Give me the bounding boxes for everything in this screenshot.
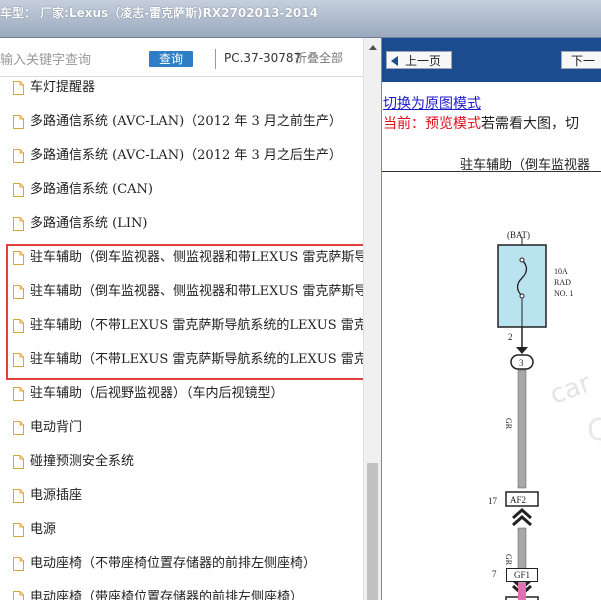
wire-gr-1-label: GR [504,418,513,430]
document-icon [13,387,24,401]
tree-item[interactable]: 多路通信系统 (AVC-LAN)（2012 年 3 月之后生产） [0,139,363,173]
document-icon [13,489,24,503]
document-icon [13,217,24,231]
search-input[interactable] [0,51,140,69]
tree-item[interactable]: 驻车辅助（后视野监视器）（车内后视镜型） [0,377,363,411]
connector-af2-label: AF2 [510,495,526,505]
fuse-number: NO. 1 [554,289,574,298]
document-icon [13,183,24,197]
tree-item[interactable]: 碰撞预测安全系统 [0,445,363,479]
prev-page-button[interactable]: 上一页 [386,51,452,69]
viewer-toolbar: 上一页 下一 [382,38,601,82]
document-icon [13,285,24,299]
document-icon [13,455,24,469]
tree-item-label: 碰撞预测安全系统 [30,454,135,469]
tree-item-label: 电源 [30,522,57,537]
document-icon [13,115,24,129]
next-page-button[interactable]: 下一 [561,51,601,69]
wire-gr-1 [517,369,527,489]
tree-item-label: 驻车辅助（倒车监视器、侧监视器和带LEXUS 雷克萨斯导航系统） [30,284,363,299]
scroll-up-arrow-icon[interactable] [364,41,381,55]
wiring-diagram: car C (BAT) 10A RAD NO. 1 2 3 GR 17 AF2 … [488,230,601,600]
document-code: PC.37-30787 [224,51,302,65]
prev-page-label: 上一页 [405,54,442,68]
tree-item-label: 多路通信系统 (CAN) [30,182,153,197]
pin-17-label: 17 [488,496,498,506]
document-tree: 车灯提醒器多路通信系统 (AVC-LAN)（2012 年 3 月之前生产） 多路通… [0,71,363,600]
document-icon [13,421,24,435]
bat-label: (BAT) [507,230,530,240]
viewer-pane: 上一页 下一 切换为原图模式 当前：预览模式若需看大图，切 驻车辅助（倒车监视器… [381,38,601,600]
tree-item[interactable]: 驻车辅助（不带LEXUS 雷克萨斯导航系统的LEXUS 雷克萨斯） [0,309,363,343]
document-icon [13,557,24,571]
watermark-text: car [546,368,595,410]
tree-item[interactable]: 驻车辅助（倒车监视器、侧监视器和带LEXUS 雷克萨斯导航系统） [0,241,363,275]
tree-item[interactable]: 电动座椅（不带座椅位置存储器的前排左侧座椅） [0,547,363,581]
mode-status: 当前：预览模式若需看大图，切 [383,113,579,133]
mode-name: 预览模式 [425,116,481,132]
connector-gf1-label: GF1 [513,570,530,580]
window-title: 车型： 厂家:Lexus（凌志-雷克萨斯)RX2702013-2014 [0,6,318,20]
fuse-name: RAD [554,278,571,287]
pin-7-label: 7 [492,569,497,579]
tree-item-label: 电动座椅（不带座椅位置存储器的前排左侧座椅） [30,556,317,571]
query-button[interactable]: 查询 [149,51,193,67]
collapse-all-link[interactable]: 折叠全部 [295,49,343,67]
mode-hint: 若需看大图，切 [481,116,579,132]
fuse-rating: 10A [554,267,568,276]
tree-item[interactable]: 车灯提醒器 [0,71,363,105]
tree-item-label: 驻车辅助（不带LEXUS 雷克萨斯导航系统的LEXUS 雷克萨斯） [30,352,363,367]
connector-gf1-box: GF1 [506,568,538,582]
tree-item[interactable]: 多路通信系统 (AVC-LAN)（2012 年 3 月之前生产） [0,105,363,139]
tree-item[interactable]: 电源 [0,513,363,547]
tree-item-label: 车灯提醒器 [30,80,96,95]
tree-item[interactable]: 电动背门 [0,411,363,445]
tree-item[interactable]: 多路通信系统 (LIN) [0,207,363,241]
document-icon [13,353,24,367]
tree-item[interactable]: 多路通信系统 (CAN) [0,173,363,207]
connector-3-label: 3 [519,358,524,368]
tree-item-label: 驻车辅助（不带LEXUS 雷克萨斯导航系统的LEXUS 雷克萨斯） [30,318,363,333]
scroll-thumb[interactable] [367,463,378,600]
tree-item[interactable]: 驻车辅助（不带LEXUS 雷克萨斯导航系统的LEXUS 雷克萨斯） [0,343,363,377]
tree-item-label: 驻车辅助（后视野监视器）（车内后视镜型） [30,386,284,401]
scrollbar[interactable] [363,38,381,600]
document-icon [13,251,24,265]
tree-item[interactable]: 电源插座 [0,479,363,513]
document-icon [13,319,24,333]
mode-prefix: 当前： [383,116,425,132]
document-icon [13,591,24,600]
tree-item-label: 多路通信系统 (AVC-LAN)（2012 年 3 月之前生产） [30,114,342,129]
tree-item-label: 电动背门 [30,420,83,435]
tree-item-label: 多路通信系统 (LIN) [30,216,148,231]
document-icon [13,523,24,537]
tree-item[interactable]: 驻车辅助（倒车监视器、侧监视器和带LEXUS 雷克萨斯导航系统） [0,275,363,309]
divider [215,49,216,69]
document-icon [13,149,24,163]
junction-chevrons-icon [512,507,532,527]
switch-mode-link[interactable]: 切换为原图模式 [383,93,481,113]
wire-gr-2-label: GR [504,554,513,566]
left-pane: 查询 PC.37-30787 折叠全部 车灯提醒器多路通信系统 (AVC-LAN… [0,38,381,600]
wire-pink [518,583,526,600]
tree-item-label: 电动座椅（带座椅位置存储器的前排左侧座椅） [30,590,304,600]
document-icon [13,81,24,95]
tree-item-label: 电源插座 [30,488,83,503]
tree-item-label: 驻车辅助（倒车监视器、侧监视器和带LEXUS 雷克萨斯导航系统） [30,250,363,265]
pin-2-label: 2 [508,332,513,342]
tree-item-label: 多路通信系统 (AVC-LAN)（2012 年 3 月之后生产） [30,148,342,163]
left-arrow-icon [391,56,398,66]
tree-item[interactable]: 电动座椅（带座椅位置存储器的前排左侧座椅） [0,581,363,600]
title-bar: 车型： 厂家:Lexus（凌志-雷克萨斯)RX2702013-2014 [0,0,601,38]
svg-text:C: C [587,413,601,448]
